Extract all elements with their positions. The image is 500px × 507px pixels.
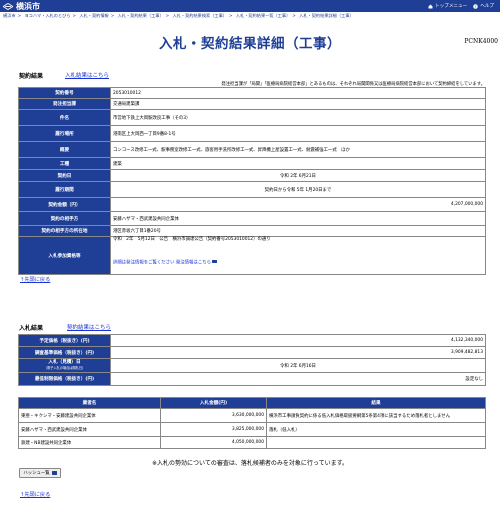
row-label: 契約番号 bbox=[18, 87, 111, 99]
bid-summary-table: 予定価格（税抜き）(円) 4,132,340,000 調査基準価格（税抜き）(円)… bbox=[18, 334, 486, 386]
city-emblem-icon bbox=[3, 2, 13, 10]
table-row: 最低制限価格（税抜き）(円) 設定なし bbox=[18, 372, 486, 386]
row-label: 契約日 bbox=[18, 169, 111, 182]
bid-amount: 3,630,000,000 bbox=[160, 408, 267, 423]
table-row: 入札（見積）日 (電子入札の場合は開札日) 令和 2年 6月16日 bbox=[18, 358, 486, 373]
bid-result: 横浜市工事請負契約に係る低入札価格取扱要綱第5条第4項に該当するため落札者としま… bbox=[266, 408, 486, 423]
contract-result-link[interactable]: 契約結果はこちら bbox=[67, 323, 111, 331]
page-code: PCNK4000 bbox=[464, 38, 498, 45]
row-label: 発注担当課 bbox=[18, 98, 111, 110]
review-remark: ※入札の勢効についての審査は、落札候補者のみを対象に行っています。 bbox=[152, 460, 348, 467]
table-row: 契約番号 2053010012 bbox=[18, 87, 486, 99]
table-row: 発注担当課 交通局建築課 bbox=[18, 98, 486, 110]
breadcrumb: 横浜市 > ヨコハマ・入札のとびら > 入札・契約情報 > 入札・契約結果（工事） > … bbox=[3, 13, 354, 18]
bidder-name: 安藤ハザマ・西武建設共同企業体 bbox=[18, 422, 161, 437]
row-value: 契約日から令和 5年 1月20日まで bbox=[110, 181, 486, 198]
external-link-icon bbox=[51, 471, 57, 475]
table-row: 契約日 令和 2年 6月21日 bbox=[18, 169, 486, 182]
table-row: 履行期間 契約日から令和 5年 1月20日まで bbox=[18, 181, 486, 198]
table-row: 概要 コンコース改修工一式、駅事務室改修工一式、旅客用手洗所改修工一式、昇降機上屋… bbox=[18, 141, 486, 158]
row-value: 4,132,340,000 bbox=[110, 334, 486, 347]
contract-section-title: 契約結果 bbox=[19, 73, 44, 80]
row-value: 2053010012 bbox=[110, 87, 486, 99]
back-to-top-link[interactable]: ↑先頭に戻る bbox=[20, 276, 50, 283]
row-value: 設定なし bbox=[110, 372, 486, 386]
row-value: 港区赤坂六丁目1番20号 bbox=[110, 225, 486, 237]
row-label: 予定価格（税抜き）(円) bbox=[18, 334, 111, 347]
back-to-top-link[interactable]: ↑先頭に戻る bbox=[20, 491, 50, 498]
breadcrumb-item[interactable]: 入札・契約結果（工事） bbox=[118, 13, 164, 18]
city-name: 横浜市 bbox=[16, 1, 40, 11]
column-header: 業者名 bbox=[18, 397, 161, 409]
city-logo[interactable]: 横浜市 bbox=[3, 1, 40, 11]
row-value: 交通局建築課 bbox=[110, 98, 486, 110]
top-nav: トップメニュー ? ヘルプ bbox=[428, 1, 494, 11]
help-icon: ? bbox=[473, 3, 478, 8]
row-label: 履行場所 bbox=[18, 125, 111, 142]
row-value: 4,207,000,000 bbox=[110, 197, 486, 212]
table-row: 東亜・キクシマ・安藤建設共同企業体 3,630,000,000 横浜市工事請負契… bbox=[18, 408, 486, 423]
row-label: 最低制限価格（税抜き）(円) bbox=[18, 372, 111, 386]
row-value: 建築 bbox=[110, 157, 486, 170]
row-value: 3,909,482,813 bbox=[110, 346, 486, 359]
breadcrumb-item[interactable]: 入札・契約情報 bbox=[79, 13, 108, 18]
table-row: 鉄建・NB建設共同企業体 4,050,000,000 bbox=[18, 436, 486, 449]
header-bar: 横浜市 トップメニュー ? ヘルプ bbox=[0, 0, 500, 12]
svg-text:?: ? bbox=[475, 4, 477, 8]
row-value: 令和 2年 6月21日 bbox=[110, 169, 486, 182]
row-label: 履行期間 bbox=[18, 181, 111, 198]
row-value: 市営地下鉄上大岡駅改良工事（その3） bbox=[110, 109, 486, 126]
help-link[interactable]: ? ヘルプ bbox=[473, 3, 494, 9]
row-label: 入札参加資格等 bbox=[18, 236, 111, 275]
bid-result bbox=[266, 436, 486, 449]
row-label: 概要 bbox=[18, 141, 111, 158]
bid-amount: 3,825,000,000 bbox=[160, 422, 267, 437]
breadcrumb-item[interactable]: ヨコハマ・入札のとびら bbox=[24, 13, 70, 18]
bid-result-link[interactable]: 入札結果はこちら bbox=[65, 71, 109, 79]
bidder-name: 東亜・キクシマ・安藤建設共同企業体 bbox=[18, 408, 161, 423]
table-row: 契約の相手方 安藤ハザマ・西武建設共同企業体 bbox=[18, 211, 486, 226]
hash-list-label: ハッシュー覧 bbox=[23, 471, 50, 476]
row-label: 契約の相手方 bbox=[18, 211, 111, 226]
column-header: 入札金額(円) bbox=[160, 397, 267, 409]
breadcrumb-item[interactable]: 入札・契約結果検索（工事） bbox=[173, 13, 227, 18]
table-row: 履行場所 港南区上大岡西一丁目9番8-1号 bbox=[18, 125, 486, 142]
table-row: 調査基準価格（税抜き）(円) 3,909,482,813 bbox=[18, 346, 486, 359]
row-label: 契約金額（円） bbox=[18, 197, 111, 212]
bidder-name: 鉄建・NB建設共同企業体 bbox=[18, 436, 161, 449]
column-header: 結果 bbox=[266, 397, 486, 409]
row-label: 調査基準価格（税抜き）(円) bbox=[18, 346, 111, 359]
table-row: 契約の相手方の所在地 港区赤坂六丁目1番20号 bbox=[18, 225, 486, 237]
bid-result: 落札（低入札） bbox=[266, 422, 486, 437]
row-value: 令和 2年 5月12日 公告 横浜市調達公告（契約番号2053010012）の通… bbox=[113, 237, 271, 242]
row-extra[interactable]: 詳細は発注情報をご覧ください 発注情報はこちら bbox=[113, 260, 211, 265]
row-label: 工種 bbox=[18, 157, 111, 170]
bidders-table: 業者名 入札金額(円) 結果 東亜・キクシマ・安藤建設共同企業体 3,630,0… bbox=[18, 397, 486, 449]
table-row: 件名 市営地下鉄上大岡駅改良工事（その3） bbox=[18, 109, 486, 126]
bid-amount: 4,050,000,000 bbox=[160, 436, 267, 449]
page-title: 入札・契約結果詳細（工事） bbox=[159, 36, 341, 52]
row-label: 件名 bbox=[18, 109, 111, 126]
table-header-row: 業者名 入札金額(円) 結果 bbox=[18, 397, 486, 409]
row-value: コンコース改修工一式、駅事務室改修工一式、旅客用手洗所改修工一式、昇降機上屋設置… bbox=[110, 141, 486, 158]
home-icon bbox=[428, 4, 433, 8]
top-menu-link[interactable]: トップメニュー bbox=[428, 3, 467, 9]
row-value: 安藤ハザマ・西武建設共同企業体 bbox=[110, 211, 486, 226]
row-value: 令和 2年 6月16日 bbox=[110, 358, 486, 373]
table-row: 予定価格（税抜き）(円) 4,132,340,000 bbox=[18, 334, 486, 347]
hash-list-button[interactable]: ハッシュー覧 bbox=[19, 468, 61, 478]
row-value: 港南区上大岡西一丁目9番8-1号 bbox=[110, 125, 486, 142]
external-link-icon bbox=[212, 259, 217, 263]
breadcrumb-current: 入札・契約結果詳細（工事） bbox=[299, 13, 354, 18]
table-row: 契約金額（円） 4,207,000,000 bbox=[18, 197, 486, 212]
contract-table: 契約番号 2053010012 発注担当課 交通局建築課 件名 市営地下鉄上大岡駅改良… bbox=[18, 87, 486, 275]
row-sublabel: (電子入札の場合は開札日) bbox=[45, 365, 84, 370]
breadcrumb-item[interactable]: 横浜市 bbox=[3, 13, 16, 18]
breadcrumb-item[interactable]: 入札・契約結果一覧（工事） bbox=[236, 13, 290, 18]
bid-section-title: 入札結果 bbox=[19, 325, 44, 332]
row-label: 契約の相手方の所在地 bbox=[18, 225, 111, 237]
table-row: 入札参加資格等 令和 2年 5月12日 公告 横浜市調達公告（契約番号20530… bbox=[18, 236, 486, 275]
table-row: 安藤ハザマ・西武建設共同企業体 3,825,000,000 落札（低入札） bbox=[18, 422, 486, 437]
table-row: 工種 建築 bbox=[18, 157, 486, 170]
